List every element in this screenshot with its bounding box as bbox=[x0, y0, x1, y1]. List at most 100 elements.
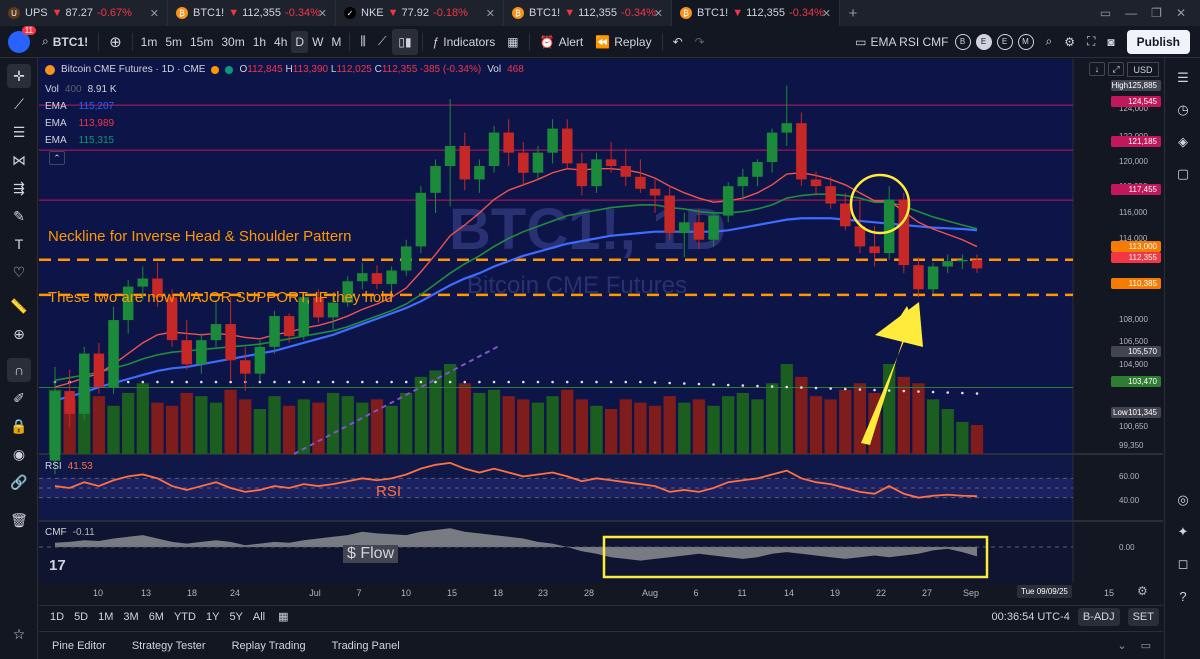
settlement-button[interactable]: SET bbox=[1127, 607, 1159, 626]
compare-symbol-button[interactable]: ⊕ bbox=[103, 29, 128, 55]
pattern-tool[interactable]: ⋈ bbox=[7, 148, 31, 172]
tab-close-icon[interactable]: ✕ bbox=[486, 7, 495, 20]
range-5d[interactable]: 5D bbox=[69, 611, 93, 623]
link-tool[interactable]: 🔗 bbox=[7, 470, 31, 494]
collapse-panel-icon[interactable]: ⌄ bbox=[1117, 639, 1126, 652]
fib-tool[interactable]: ☰ bbox=[7, 120, 31, 144]
trendline-tool[interactable]: ⟋ bbox=[7, 92, 31, 116]
zoom-tool[interactable]: ⊕ bbox=[7, 322, 31, 346]
indicator-row[interactable]: EMA 115,207 bbox=[45, 98, 117, 115]
replay-button[interactable]: ⏪ Replay bbox=[589, 29, 657, 55]
layout-switcher[interactable]: ▭ EMA RSI CMF bbox=[849, 29, 954, 55]
range-all[interactable]: All bbox=[248, 611, 270, 623]
indicator-row[interactable]: Vol 400 8.91 K bbox=[45, 81, 117, 98]
line-type-button[interactable]: ⟋ bbox=[372, 29, 392, 55]
quick-search-button[interactable]: ⌕ bbox=[1040, 29, 1059, 55]
user-avatar[interactable]: 11 bbox=[8, 25, 36, 53]
indicator-row[interactable]: EMA 113,989 bbox=[45, 115, 117, 132]
bar-type-button[interactable]: ⫼ bbox=[354, 29, 372, 55]
publish-button[interactable]: Publish bbox=[1126, 29, 1190, 54]
layout-badge[interactable]: M bbox=[1017, 33, 1034, 50]
settings-button[interactable]: ⚙ bbox=[1058, 29, 1081, 55]
currency-selector[interactable]: USD bbox=[1127, 62, 1159, 77]
layout-badge[interactable]: E bbox=[975, 33, 992, 50]
timeframe-W[interactable]: W bbox=[308, 31, 327, 53]
range-1y[interactable]: 1Y bbox=[201, 611, 224, 623]
browser-tab[interactable]: U UPS ▼ 87.27 -0.67% ✕ bbox=[0, 0, 168, 26]
browser-tab[interactable]: ₿ BTC1! ▼ 112,355 -0.34% ✕ bbox=[168, 0, 336, 26]
neckline-annotation[interactable]: Neckline for Inverse Head & Shoulder Pat… bbox=[48, 228, 352, 245]
range-ytd[interactable]: YTD bbox=[169, 611, 201, 623]
badj-button[interactable]: B-ADJ bbox=[1077, 607, 1120, 626]
layout-badge[interactable]: B bbox=[954, 33, 971, 50]
layout-badge[interactable]: E bbox=[996, 33, 1013, 50]
minimize-icon[interactable]: — bbox=[1125, 6, 1137, 20]
chart-area[interactable]: BTC1!, 1D Bitcoin CME Futures Bitcoin CME… bbox=[39, 59, 1163, 605]
close-window-icon[interactable]: ✕ bbox=[1176, 6, 1186, 20]
timeframe-M[interactable]: M bbox=[327, 31, 345, 53]
timeframe-5m[interactable]: 5m bbox=[161, 31, 186, 53]
alert-button[interactable]: ⏰ Alert bbox=[534, 29, 590, 55]
timeframe-1m[interactable]: 1m bbox=[137, 31, 162, 53]
help-button[interactable]: ? bbox=[1173, 586, 1193, 606]
browser-tab[interactable]: ₿ BTC1! ▼ 112,355 -0.34% ✕ bbox=[672, 0, 840, 26]
chat-button[interactable]: ▢ bbox=[1173, 164, 1193, 184]
clock-time[interactable]: 00:36:54 UTC-4 bbox=[992, 611, 1070, 623]
timeframe-D[interactable]: D bbox=[291, 30, 309, 53]
candle-type-button[interactable]: ▯▮ bbox=[392, 28, 418, 55]
tradingview-logo[interactable]: 17 bbox=[49, 557, 66, 574]
favorites-tool[interactable]: ☆ bbox=[7, 622, 31, 646]
symbol-search[interactable]: ⌕ BTC1! bbox=[36, 29, 94, 55]
range-1m[interactable]: 1M bbox=[93, 611, 118, 623]
flow-annotation[interactable]: $ Flow bbox=[343, 545, 399, 563]
range-6m[interactable]: 6M bbox=[144, 611, 169, 623]
range-5y[interactable]: 5Y bbox=[224, 611, 247, 623]
layout-icon[interactable]: ▭ bbox=[1100, 6, 1111, 20]
ideas-button[interactable]: ◎ bbox=[1173, 490, 1193, 510]
icon-tool[interactable]: ♡ bbox=[7, 260, 31, 284]
brush-tool[interactable]: ✎ bbox=[7, 204, 31, 228]
layers-button[interactable]: ◈ bbox=[1173, 132, 1193, 152]
browser-tab[interactable]: ₿ BTC1! ▼ 112,355 -0.34% ✕ bbox=[504, 0, 672, 26]
new-tab-button[interactable]: + bbox=[840, 0, 866, 26]
date-range-button[interactable]: ▦ bbox=[270, 610, 296, 623]
browser-tab[interactable]: ✓ NKE ▼ 77.92 -0.18% ✕ bbox=[336, 0, 504, 26]
templates-button[interactable]: ▦ bbox=[501, 29, 524, 55]
timeframe-4h[interactable]: 4h bbox=[270, 31, 291, 53]
forecast-tool[interactable]: ⇶ bbox=[7, 176, 31, 200]
rsi-annotation[interactable]: RSI bbox=[376, 483, 401, 500]
bottom-tab[interactable]: Pine Editor bbox=[39, 640, 119, 652]
magnet-tool[interactable]: ∩ bbox=[7, 358, 31, 382]
support-annotation[interactable]: These two are now MAJOR SUPPORT, IF they… bbox=[48, 289, 393, 306]
undo-button[interactable]: ↶ bbox=[667, 29, 689, 55]
ruler-tool[interactable]: 📏 bbox=[7, 294, 31, 318]
redo-button[interactable]: ↷ bbox=[689, 29, 711, 55]
text-tool[interactable]: T bbox=[7, 232, 31, 256]
ai-button[interactable]: ✦ bbox=[1173, 522, 1193, 542]
snapshot-button[interactable]: ◙ bbox=[1101, 29, 1120, 55]
alerts-panel-button[interactable]: ◷ bbox=[1173, 100, 1193, 120]
crosshair-tool[interactable]: ✛ bbox=[7, 64, 31, 88]
scroll-down-button[interactable]: ↓ bbox=[1089, 62, 1105, 76]
notifications-button[interactable]: ◻ bbox=[1173, 554, 1193, 574]
tab-close-icon[interactable]: ✕ bbox=[150, 7, 159, 20]
timeframe-30m[interactable]: 30m bbox=[217, 31, 248, 53]
bottom-tab[interactable]: Replay Trading bbox=[219, 640, 319, 652]
indicators-button[interactable]: ƒ Indicators bbox=[427, 29, 502, 55]
bottom-tab[interactable]: Trading Panel bbox=[319, 640, 413, 652]
bottom-tab[interactable]: Strategy Tester bbox=[119, 640, 219, 652]
range-1d[interactable]: 1D bbox=[45, 611, 69, 623]
hide-tool[interactable]: ◉ bbox=[7, 442, 31, 466]
collapse-legend-button[interactable]: ⌃ bbox=[49, 151, 65, 165]
fullscreen-button[interactable]: ⛶ bbox=[1081, 29, 1101, 55]
lock-tool[interactable]: 🔒 bbox=[7, 414, 31, 438]
timeframe-1h[interactable]: 1h bbox=[249, 31, 270, 53]
tab-close-icon[interactable]: ✕ bbox=[822, 7, 831, 20]
indicator-row[interactable]: EMA 115,315 bbox=[45, 132, 117, 149]
timeframe-15m[interactable]: 15m bbox=[186, 31, 217, 53]
chart-canvas[interactable]: BTC1!, 1DBitcoin CME Futures bbox=[39, 59, 1163, 605]
tab-close-icon[interactable]: ✕ bbox=[654, 7, 663, 20]
tab-close-icon[interactable]: ✕ bbox=[318, 7, 327, 20]
maximize-panel-icon[interactable]: ▭ bbox=[1141, 639, 1151, 652]
gear-axis-button[interactable]: ⚙ bbox=[1137, 584, 1148, 598]
